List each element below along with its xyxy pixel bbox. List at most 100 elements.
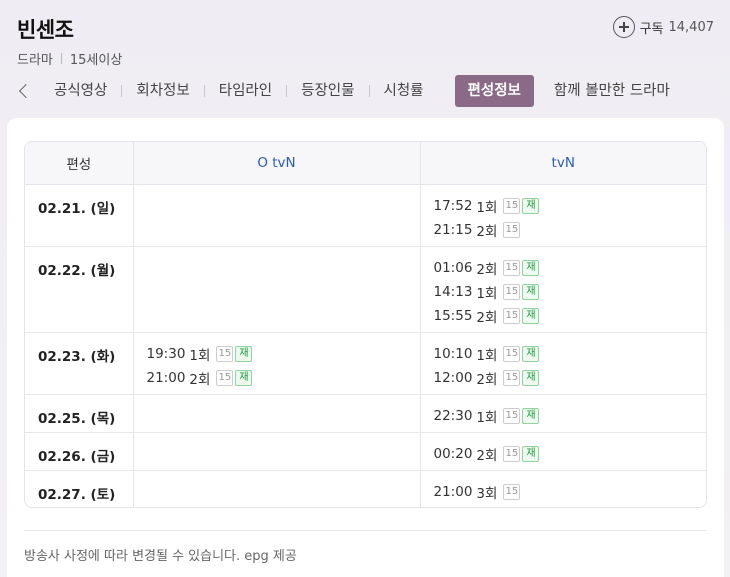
- episode-number: 2회: [476, 371, 498, 388]
- schedule-row: 02.26. (금) 00:20 2회 15 재: [25, 432, 707, 471]
- age-15-badge: 15: [503, 369, 521, 386]
- column-header-schedule: 편성: [25, 142, 134, 185]
- schedule-card: 편성 O tvN tvN 02.21. (일) 17:52 1회 15 재 21:15 2회…: [7, 118, 724, 577]
- age-15-badge: 15: [216, 345, 234, 362]
- schedule-date: 02.22. (월): [25, 246, 134, 333]
- episode-number: 2회: [476, 223, 498, 240]
- schedule-row: 02.25. (목) 22:30 1회 15 재: [25, 394, 707, 433]
- schedule-date: 02.26. (금): [25, 432, 134, 471]
- broadcast-slot: 10:10 1회 15 재: [434, 342, 707, 366]
- broadcast-time: 21:00: [146, 369, 186, 386]
- program-meta: 드라마 15세이상: [17, 49, 122, 68]
- schedule-date: 02.23. (화): [25, 332, 134, 395]
- episode-number: 1회: [476, 285, 498, 302]
- age-15-badge: 15: [503, 197, 521, 214]
- schedule-row: 02.23. (화) 19:30 1회 15 재 21:00 2회 15 재 10:10 1회 15 재…: [25, 332, 707, 395]
- broadcast-slot: 00:20 2회 15 재: [434, 442, 707, 466]
- broadcast-slot: 21:00 2회 15 재: [147, 366, 420, 390]
- schedule-date: 02.21. (일): [25, 184, 134, 247]
- rerun-badge: 재: [522, 283, 540, 300]
- otvn-cell: [133, 184, 421, 247]
- episode-number: 1회: [476, 409, 498, 426]
- broadcast-time: 10:10: [433, 345, 473, 362]
- tab-recommended-dramas[interactable]: 함께 볼만한 드라마: [540, 75, 684, 107]
- episode-number: 3회: [476, 485, 498, 502]
- rerun-badge: 재: [522, 407, 540, 424]
- broadcast-slot: 22:30 1회 15 재: [434, 404, 707, 428]
- age-15-badge: 15: [503, 483, 521, 500]
- tvn-cell: 00:20 2회 15 재: [420, 432, 707, 471]
- genre-label: 드라마: [17, 53, 53, 68]
- otvn-cell: [133, 394, 421, 433]
- tab-episode-info[interactable]: 회차정보: [122, 75, 203, 107]
- footnote: 방송사 사정에 따라 변경될 수 있습니다. epg 제공: [24, 549, 297, 564]
- age-15-badge: 15: [503, 283, 521, 300]
- broadcast-time: 01:06: [433, 259, 473, 276]
- age-15-badge: 15: [503, 221, 521, 238]
- broadcast-time: 14:13: [433, 283, 473, 300]
- column-header-channel: tvN: [420, 142, 706, 185]
- otvn-cell: [133, 470, 421, 507]
- episode-number: 1회: [476, 347, 498, 364]
- broadcast-time: 15:55: [433, 307, 473, 324]
- episode-number: 1회: [476, 199, 498, 216]
- schedule-row: 02.21. (일) 17:52 1회 15 재 21:15 2회 15: [25, 184, 707, 247]
- broadcast-slot: 01:06 2회 15 재: [434, 256, 707, 280]
- broadcast-slot: 17:52 1회 15 재: [434, 194, 707, 218]
- footer-divider: [24, 530, 707, 531]
- broadcast-time: 12:00: [433, 369, 473, 386]
- age-15-badge: 15: [216, 369, 234, 386]
- tab-schedule[interactable]: 편성정보: [454, 75, 534, 107]
- rerun-badge: 재: [235, 369, 253, 386]
- subscribe-count: 14,407: [668, 19, 715, 35]
- broadcast-time: 21:15: [433, 221, 473, 238]
- age-15-badge: 15: [503, 407, 521, 424]
- rerun-badge: 재: [522, 197, 540, 214]
- tab-ratings[interactable]: 시청률: [370, 75, 438, 107]
- age-15-badge: 15: [503, 259, 521, 276]
- tab-official-videos[interactable]: 공식영상: [40, 75, 121, 107]
- tab-timeline[interactable]: 타임라인: [205, 75, 286, 107]
- broadcast-slot: 19:30 1회 15 재: [147, 342, 420, 366]
- age-15-badge: 15: [503, 345, 521, 362]
- otvn-cell: [133, 432, 421, 471]
- tvn-cell: 01:06 2회 15 재 14:13 1회 15 재 15:55 2회 15 재: [420, 246, 707, 333]
- broadcast-slot: 21:00 3회 15: [434, 480, 707, 504]
- otvn-cell: 19:30 1회 15 재 21:00 2회 15 재: [133, 332, 421, 395]
- rerun-badge: 재: [522, 445, 540, 462]
- rerun-badge: 재: [522, 259, 540, 276]
- chevron-left-icon[interactable]: [0, 75, 40, 107]
- subscribe-label: 구독: [639, 21, 664, 37]
- tvn-cell: 22:30 1회 15 재: [420, 394, 707, 433]
- tvn-cell: 17:52 1회 15 재 21:15 2회 15: [420, 184, 707, 247]
- age-15-badge: 15: [503, 307, 521, 324]
- rerun-badge: 재: [235, 345, 253, 362]
- schedule-table: 편성 O tvN tvN 02.21. (일) 17:52 1회 15 재 21:15 2회…: [24, 141, 707, 508]
- episode-number: 2회: [476, 447, 498, 464]
- rerun-badge: 재: [522, 307, 540, 324]
- broadcast-slot: 15:55 2회 15 재: [434, 304, 707, 328]
- age-15-badge: 15: [503, 445, 521, 462]
- tab-bar: 공식영상 회차정보 타임라인 등장인물 시청률 편성정보 함께 볼만한 드라마: [0, 75, 684, 107]
- schedule-row: 02.27. (토) 21:00 3회 15: [25, 470, 707, 507]
- plus-circle-icon: [612, 16, 635, 38]
- schedule-date: 02.27. (토): [25, 470, 134, 507]
- schedule-row: 02.22. (월) 01:06 2회 15 재 14:13 1회 15 재 15:55 2회 15 재: [25, 246, 707, 333]
- broadcast-slot: 12:00 2회 15 재: [434, 366, 707, 390]
- tab-characters[interactable]: 등장인물: [287, 75, 368, 107]
- tvn-cell: 10:10 1회 15 재 12:00 2회 15 재: [420, 332, 707, 395]
- program-header: 빈센조 드라마 15세이상 구독 14,407 공식영상 회차정보 타임라인 등…: [0, 0, 730, 118]
- broadcast-slot: 21:15 2회 15: [434, 218, 707, 242]
- episode-number: 1회: [189, 347, 211, 364]
- meta-divider: [60, 53, 62, 64]
- column-header-channel: O tvN: [133, 142, 421, 185]
- episode-number: 2회: [476, 309, 498, 326]
- tvn-cell: 21:00 3회 15: [420, 470, 707, 507]
- otvn-cell: [133, 246, 421, 333]
- schedule-date: 02.25. (목): [25, 394, 134, 433]
- rerun-badge: 재: [522, 369, 540, 386]
- rerun-badge: 재: [522, 345, 540, 362]
- broadcast-time: 21:00: [433, 483, 473, 500]
- subscribe-button[interactable]: 구독 14,407: [612, 16, 715, 38]
- program-title: 빈센조: [17, 18, 74, 42]
